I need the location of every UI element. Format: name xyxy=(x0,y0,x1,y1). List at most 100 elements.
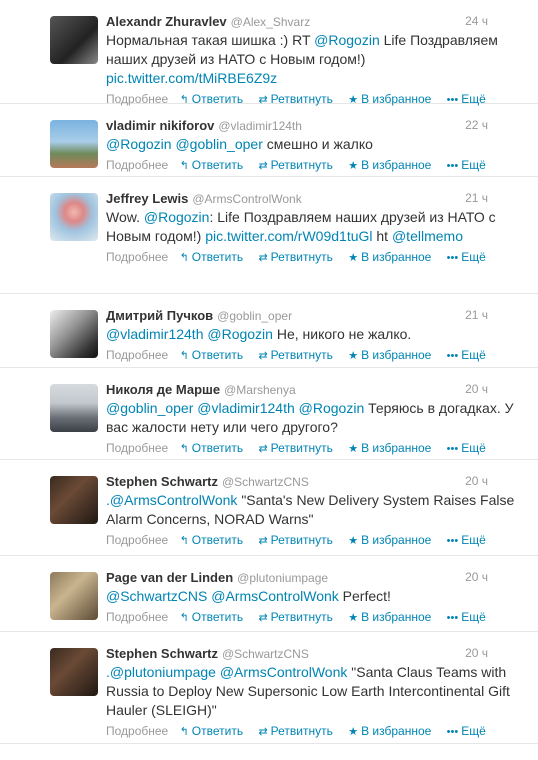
details-link[interactable]: Подробнее xyxy=(106,609,168,625)
author-name[interactable]: Николя де Марше xyxy=(106,382,220,397)
favorite-button[interactable]: ★ В избранное xyxy=(348,609,431,626)
favorite-button[interactable]: ★ В избранное xyxy=(348,347,431,364)
tweet[interactable]: Jeffrey Lewis @ArmsControlWonk 21 ч Wow. … xyxy=(0,177,538,294)
tweet-time[interactable]: 21 ч xyxy=(465,308,488,322)
reply-button[interactable]: ↰ Ответить xyxy=(180,532,244,549)
reply-button[interactable]: ↰ Ответить xyxy=(180,249,244,266)
favorite-button[interactable]: ★ В избранное xyxy=(348,723,431,740)
more-button[interactable]: ••• Ещё xyxy=(447,532,486,549)
details-link[interactable]: Подробнее xyxy=(106,157,168,173)
author-name[interactable]: Page van der Linden xyxy=(106,570,233,585)
star-icon: ★ xyxy=(348,252,359,264)
tweet[interactable]: Stephen Schwartz @SchwartzCNS 20 ч .@Arms… xyxy=(0,460,538,556)
retweet-button[interactable]: ⇄ Ретвитнуть xyxy=(258,249,332,266)
avatar[interactable] xyxy=(50,310,98,358)
tweet-link[interactable]: @ArmsControlWonk xyxy=(211,588,339,604)
details-link[interactable]: Подробнее xyxy=(106,347,168,363)
tweet-link[interactable]: @vladimir124th xyxy=(197,400,294,416)
author-handle[interactable]: @goblin_oper xyxy=(217,309,292,323)
author-name[interactable]: Дмитрий Пучков xyxy=(106,308,213,323)
tweet-link[interactable]: @goblin_oper xyxy=(106,400,193,416)
tweet-link[interactable]: .@plutoniumpage xyxy=(106,664,216,680)
tweet-link[interactable]: pic.twitter.com/tMiRBE6Z9z xyxy=(106,70,277,86)
more-button[interactable]: ••• Ещё xyxy=(447,347,486,364)
details-link[interactable]: Подробнее xyxy=(106,532,168,548)
retweet-button[interactable]: ⇄ Ретвитнуть xyxy=(258,723,332,740)
more-button[interactable]: ••• Ещё xyxy=(447,440,486,457)
tweet[interactable]: Alexandr Zhuravlev @Alex_Shvarz 24 ч Норм… xyxy=(0,0,538,106)
author-handle[interactable]: @Alex_Shvarz xyxy=(231,15,311,29)
tweet-text-segment: смешно и жалко xyxy=(262,136,373,152)
avatar[interactable] xyxy=(50,384,98,432)
tweet-time[interactable]: 22 ч xyxy=(465,118,488,132)
tweet-time[interactable]: 21 ч xyxy=(465,191,488,205)
tweet-time[interactable]: 20 ч xyxy=(465,382,488,396)
retweet-button[interactable]: ⇄ Ретвитнуть xyxy=(258,609,332,626)
tweet[interactable]: Николя де Марше @Marshenya 20 ч @goblin_o… xyxy=(0,368,538,460)
reply-button[interactable]: ↰ Ответить xyxy=(180,609,244,626)
tweet-time[interactable]: 20 ч xyxy=(465,646,488,660)
tweet-link[interactable]: @SchwartzCNS xyxy=(106,588,207,604)
details-link[interactable]: Подробнее xyxy=(106,249,168,265)
reply-button[interactable]: ↰ Ответить xyxy=(180,347,244,364)
favorite-button[interactable]: ★ В избранное xyxy=(348,249,431,266)
retweet-button[interactable]: ⇄ Ретвитнуть xyxy=(258,347,332,364)
more-button[interactable]: ••• Ещё xyxy=(447,157,486,174)
avatar[interactable] xyxy=(50,193,98,241)
tweet-link[interactable]: @goblin_oper xyxy=(175,136,262,152)
reply-icon: ↰ xyxy=(179,160,189,172)
favorite-button[interactable]: ★ В избранное xyxy=(348,532,431,549)
tweet[interactable]: Дмитрий Пучков @goblin_oper 21 ч @vladimi… xyxy=(0,294,538,368)
author-name[interactable]: Stephen Schwartz xyxy=(106,474,218,489)
retweet-button[interactable]: ⇄ Ретвитнуть xyxy=(258,532,332,549)
more-button[interactable]: ••• Ещё xyxy=(447,609,486,626)
tweet-time[interactable]: 24 ч xyxy=(465,14,488,28)
tweet-text-segment: ht xyxy=(372,228,392,244)
more-button[interactable]: ••• Ещё xyxy=(447,249,486,266)
tweet-link[interactable]: @Rogozin xyxy=(314,32,380,48)
more-button[interactable]: ••• Ещё xyxy=(447,723,486,740)
author-handle[interactable]: @SchwartzCNS xyxy=(222,475,309,489)
tweet-time[interactable]: 20 ч xyxy=(465,474,488,488)
author-handle[interactable]: @plutoniumpage xyxy=(237,571,328,585)
reply-icon: ↰ xyxy=(179,612,189,624)
favorite-button[interactable]: ★ В избранное xyxy=(348,157,431,174)
retweet-icon: ⇄ xyxy=(258,252,268,264)
tweet-link[interactable]: @vladimir124th xyxy=(106,326,203,342)
tweet-time[interactable]: 20 ч xyxy=(465,570,488,584)
reply-button[interactable]: ↰ Ответить xyxy=(180,723,244,740)
avatar[interactable] xyxy=(50,572,98,620)
author-name[interactable]: Alexandr Zhuravlev xyxy=(106,14,227,29)
retweet-button[interactable]: ⇄ Ретвитнуть xyxy=(258,440,332,457)
tweet-link[interactable]: @Rogozin xyxy=(106,136,172,152)
avatar[interactable] xyxy=(50,120,98,168)
author-name[interactable]: vladimir nikiforov xyxy=(106,118,214,133)
tweet-link[interactable]: @Rogozin xyxy=(144,209,210,225)
avatar[interactable] xyxy=(50,476,98,524)
tweet-link[interactable]: pic.twitter.com/rW09d1tuGl xyxy=(205,228,372,244)
tweet[interactable]: Stephen Schwartz @SchwartzCNS 20 ч .@plut… xyxy=(0,632,538,744)
details-link[interactable]: Подробнее xyxy=(106,723,168,739)
author-name[interactable]: Jeffrey Lewis xyxy=(106,191,188,206)
tweet-link[interactable]: @ArmsControlWonk xyxy=(220,664,348,680)
tweet-link[interactable]: @Rogozin xyxy=(299,400,365,416)
retweet-button[interactable]: ⇄ Ретвитнуть xyxy=(258,157,332,174)
tweet-link[interactable]: @tellmemo xyxy=(392,228,463,244)
author-handle[interactable]: @Marshenya xyxy=(224,383,296,397)
tweet[interactable]: Page van der Linden @plutoniumpage 20 ч @… xyxy=(0,556,538,632)
avatar[interactable] xyxy=(50,16,98,64)
avatar[interactable] xyxy=(50,648,98,696)
reply-button[interactable]: ↰ Ответить xyxy=(180,440,244,457)
details-link[interactable]: Подробнее xyxy=(106,440,168,456)
tweet-text-segment: Не, никого не жалко. xyxy=(272,326,412,342)
tweet-link[interactable]: .@ArmsControlWonk xyxy=(106,492,237,508)
tweet-link[interactable]: @Rogozin xyxy=(207,326,273,342)
reply-button[interactable]: ↰ Ответить xyxy=(180,157,244,174)
author-handle[interactable]: @SchwartzCNS xyxy=(222,647,309,661)
author-handle[interactable]: @ArmsControlWonk xyxy=(192,192,301,206)
retweet-icon: ⇄ xyxy=(258,726,268,738)
tweet[interactable]: vladimir nikiforov @vladimir124th 22 ч @R… xyxy=(0,104,538,177)
favorite-button[interactable]: ★ В избранное xyxy=(348,440,431,457)
author-handle[interactable]: @vladimir124th xyxy=(218,119,302,133)
author-name[interactable]: Stephen Schwartz xyxy=(106,646,218,661)
